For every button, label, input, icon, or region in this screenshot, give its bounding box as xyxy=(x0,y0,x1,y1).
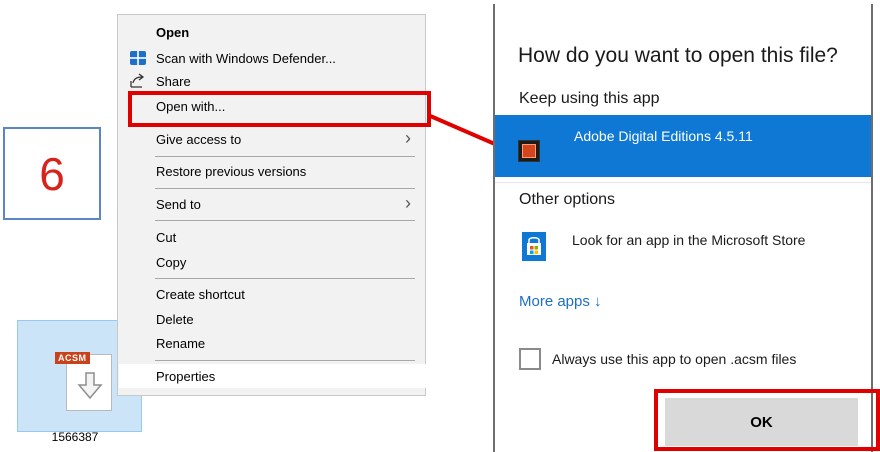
menu-separator xyxy=(155,156,415,157)
menu-item-send-to[interactable]: Send to xyxy=(156,197,201,212)
open-with-dialog: How do you want to open this file? Keep … xyxy=(493,4,873,452)
microsoft-store-icon xyxy=(522,232,546,261)
menu-separator xyxy=(155,278,415,279)
menu-separator xyxy=(155,360,415,361)
adobe-digital-editions-icon xyxy=(518,140,540,162)
app-option-adobe-digital-editions[interactable]: Adobe Digital Editions 4.5.11 xyxy=(495,115,871,177)
other-options-heading: Other options xyxy=(519,191,616,208)
step-number-box: 6 xyxy=(3,127,101,220)
menu-item-scan-defender[interactable]: Scan with Windows Defender... xyxy=(156,51,336,66)
menu-item-properties[interactable]: Properties xyxy=(156,369,215,384)
menu-item-cut[interactable]: Cut xyxy=(156,230,176,245)
always-use-checkbox[interactable] xyxy=(519,348,541,370)
always-use-label[interactable]: Always use this app to open .acsm files xyxy=(552,351,796,367)
highlight-open-with xyxy=(128,91,431,127)
context-menu: Open Scan with Windows Defender... Share… xyxy=(117,14,426,396)
share-icon xyxy=(130,73,145,88)
acsm-badge: ACSM xyxy=(55,352,90,364)
chevron-right-icon: › xyxy=(405,128,411,148)
more-apps-link[interactable]: More apps ↓ xyxy=(519,293,602,310)
menu-item-open[interactable]: Open xyxy=(156,25,189,40)
keep-using-heading: Keep using this app xyxy=(519,90,660,107)
chevron-right-icon: › xyxy=(405,193,411,213)
highlight-ok-button xyxy=(654,389,880,451)
menu-item-restore-versions[interactable]: Restore previous versions xyxy=(156,164,306,179)
menu-item-rename[interactable]: Rename xyxy=(156,336,205,351)
dialog-separator xyxy=(495,182,871,183)
menu-item-create-shortcut[interactable]: Create shortcut xyxy=(156,287,245,302)
menu-item-give-access[interactable]: Give access to xyxy=(156,132,241,147)
menu-item-share[interactable]: Share xyxy=(156,74,191,89)
app-option-label: Adobe Digital Editions 4.5.11 xyxy=(574,128,753,144)
menu-item-copy[interactable]: Copy xyxy=(156,255,186,270)
menu-separator xyxy=(155,220,415,221)
download-arrow-icon xyxy=(77,372,103,400)
menu-item-delete[interactable]: Delete xyxy=(156,312,194,327)
windows-defender-icon xyxy=(130,51,146,65)
dialog-title: How do you want to open this file? xyxy=(518,44,838,67)
file-name: 1566387 xyxy=(51,430,99,444)
store-option-label[interactable]: Look for an app in the Microsoft Store xyxy=(572,232,805,248)
step-number: 6 xyxy=(39,147,65,200)
menu-separator xyxy=(155,188,415,189)
